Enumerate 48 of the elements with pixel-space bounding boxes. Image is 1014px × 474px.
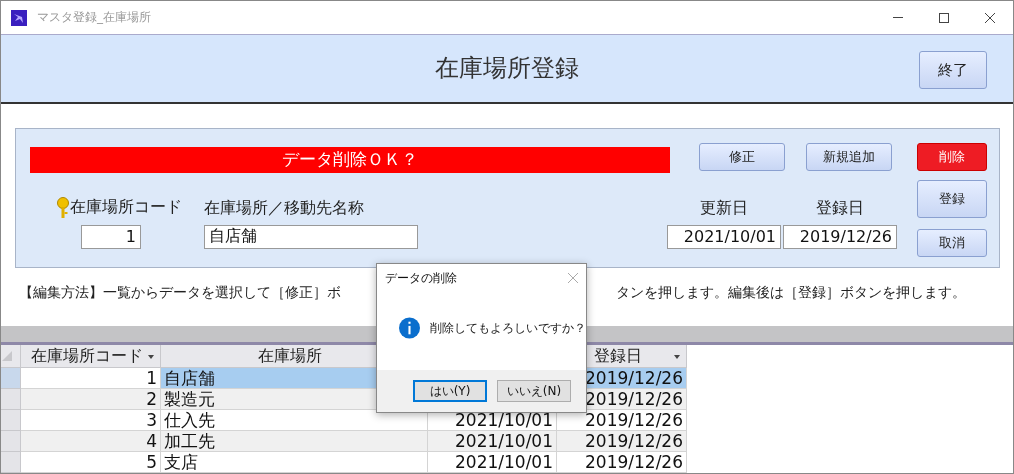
input-field[interactable]: 1 xyxy=(81,224,141,249)
action-button[interactable]: 新規追加 xyxy=(806,142,892,171)
table-cell: 2 xyxy=(21,389,161,410)
input-field[interactable]: 自店舗 xyxy=(204,224,418,249)
action-button[interactable]: 修正 xyxy=(699,142,785,171)
close-icon[interactable] xyxy=(985,12,995,23)
table-cell: 仕入先 xyxy=(161,410,428,431)
status-message: データ削除ＯＫ？ xyxy=(30,146,670,173)
date-field[interactable]: 2019/12/26 xyxy=(783,224,897,249)
dialog-title: データの削除 xyxy=(385,269,457,287)
maximize-icon[interactable] xyxy=(939,12,949,23)
table-cell: 3 xyxy=(21,410,161,431)
date-field[interactable]: 2021/10/01 xyxy=(667,224,781,249)
dialog-button[interactable]: はい(Y) xyxy=(413,380,487,402)
row-selector[interactable] xyxy=(1,431,21,452)
instruction-text: 【編集方法】一覧からデータを選択して［修正］ボ xyxy=(19,283,341,302)
dialog-button[interactable]: いいえ(N) xyxy=(497,380,571,402)
window-title: マスタ登録_在庫場所 xyxy=(37,9,152,26)
table-cell: 2019/12/26 xyxy=(557,452,687,473)
table-cell: 加工先 xyxy=(161,431,428,452)
table-cell: 2021/10/01 xyxy=(428,452,557,473)
row-selector[interactable] xyxy=(1,389,21,410)
app-icon xyxy=(11,9,27,26)
field-label: 更新日 xyxy=(700,197,748,219)
form-title: 在庫場所登録 xyxy=(435,53,579,85)
dialog-message: 削除してもよろしいですか？ xyxy=(430,319,586,337)
row-selector[interactable] xyxy=(1,410,21,431)
action-button[interactable]: 登録 xyxy=(917,179,987,218)
sort-arrow-icon[interactable] xyxy=(148,355,154,359)
table-cell: 支店 xyxy=(161,452,428,473)
table-cell: 4 xyxy=(21,431,161,452)
minimize-icon[interactable] xyxy=(893,17,903,18)
field-label: 在庫場所／移動先名称 xyxy=(204,197,364,219)
row-selector[interactable] xyxy=(1,452,21,473)
row-selector[interactable] xyxy=(1,368,21,389)
exit-button[interactable]: 終了 xyxy=(919,51,987,89)
table-cell: 2019/12/26 xyxy=(557,410,687,431)
table-cell: 2021/10/01 xyxy=(428,431,557,452)
sort-arrow-icon[interactable] xyxy=(674,355,680,359)
table-cell: 1 xyxy=(21,368,161,389)
select-all-icon[interactable] xyxy=(1,351,12,361)
action-button[interactable]: 削除 xyxy=(917,142,987,171)
field-label: 在庫場所コード xyxy=(70,197,182,219)
instruction-text: タンを押します。編集後は［登録］ボタンを押します。 xyxy=(616,283,966,302)
table-cell: 2019/12/26 xyxy=(557,431,687,452)
action-button[interactable]: 取消 xyxy=(917,228,987,257)
table-cell: 5 xyxy=(21,452,161,473)
field-label: 登録日 xyxy=(816,197,864,219)
